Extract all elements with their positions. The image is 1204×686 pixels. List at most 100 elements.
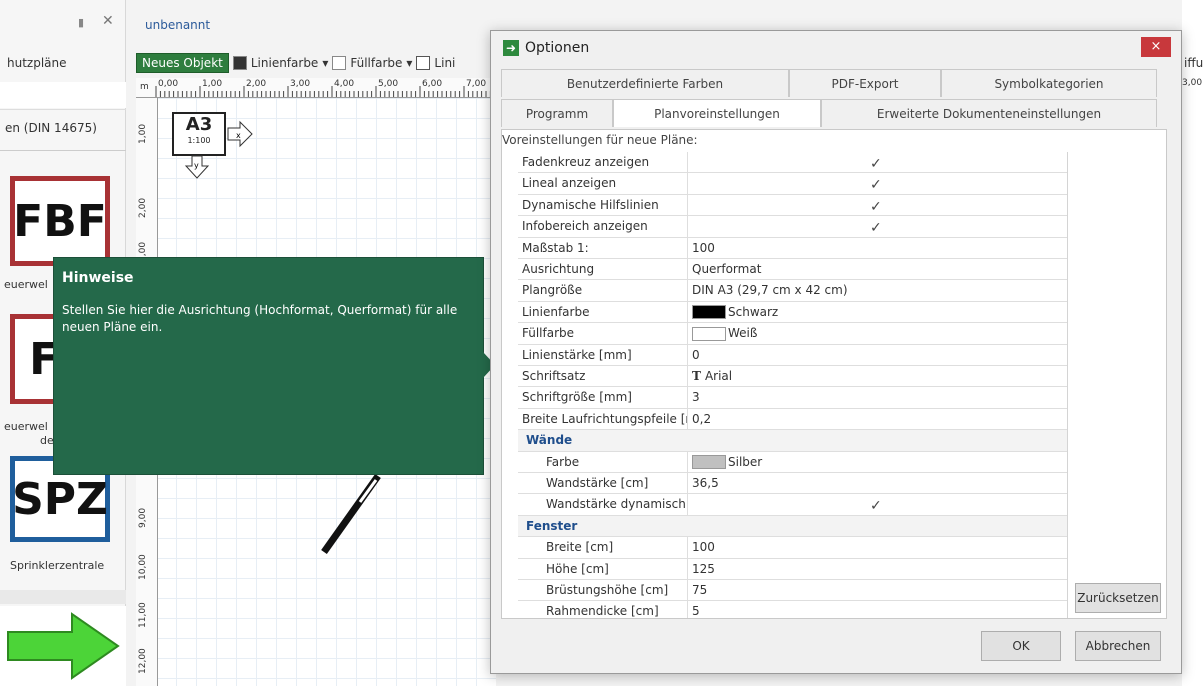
- ruler-ticks: [155, 86, 496, 97]
- app-icon: ➜: [503, 40, 519, 56]
- checkbox-checked-icon[interactable]: ✓: [870, 197, 882, 218]
- property-value[interactable]: 100: [690, 537, 1067, 557]
- property-value[interactable]: ✓: [690, 494, 1067, 517]
- property-label: Maßstab 1:: [518, 237, 688, 258]
- property-value[interactable]: Silber: [690, 452, 1067, 472]
- line-style-button[interactable]: Lini: [434, 56, 455, 70]
- tab-symbol-categories[interactable]: Symbolkategorien: [941, 69, 1157, 97]
- property-row[interactable]: Brüstungshöhe [cm] 75: [518, 580, 1067, 602]
- property-label: Plangröße: [518, 280, 688, 301]
- door-symbol[interactable]: [316, 472, 386, 558]
- property-value[interactable]: ✓: [690, 173, 1067, 196]
- property-value[interactable]: 0,2: [690, 409, 1067, 429]
- property-row[interactable]: Wandstärke dynamisch a ✓: [518, 494, 1067, 517]
- tab-row-top: Benutzerdefinierte Farben PDF-Export Sym…: [501, 69, 1157, 97]
- ok-button[interactable]: OK: [981, 631, 1061, 661]
- property-value-text: Weiß: [728, 326, 758, 341]
- hint-panel: Hinweise Stellen Sie hier die Ausrichtun…: [53, 257, 484, 475]
- search-input[interactable]: [0, 82, 126, 108]
- tab-custom-colors[interactable]: Benutzerdefinierte Farben: [501, 69, 789, 97]
- panel-title[interactable]: hutzpläne: [7, 56, 67, 70]
- property-value[interactable]: Querformat: [690, 259, 1067, 279]
- tab-pdf-export[interactable]: PDF-Export: [789, 69, 941, 97]
- property-row[interactable]: Schriftgröße [mm] 3: [518, 387, 1067, 409]
- property-row[interactable]: Linienstärke [mm] 0: [518, 344, 1067, 366]
- symbol-text: SPZ: [12, 473, 108, 525]
- cancel-button[interactable]: Abbrechen: [1075, 631, 1161, 661]
- tab-plan-defaults[interactable]: Planvoreinstellungen: [613, 99, 821, 127]
- property-row[interactable]: Lineal anzeigen ✓: [518, 173, 1067, 196]
- property-row[interactable]: Maßstab 1: 100: [518, 237, 1067, 259]
- document-tab[interactable]: unbenannt: [145, 18, 210, 32]
- symbol-fbf[interactable]: FBF: [10, 176, 110, 266]
- close-icon[interactable]: ✕: [102, 13, 114, 29]
- checkbox-checked-icon[interactable]: ✓: [870, 496, 882, 517]
- property-label: Wandstärke [cm]: [518, 473, 688, 494]
- property-value-text: Arial: [704, 369, 733, 383]
- property-row[interactable]: Ausrichtung Querformat: [518, 259, 1067, 281]
- property-row[interactable]: Dynamische Hilfslinien ✓: [518, 194, 1067, 218]
- property-value[interactable]: DIN A3 (29,7 cm x 42 cm): [690, 280, 1067, 300]
- reset-button[interactable]: Zurücksetzen: [1075, 583, 1161, 613]
- property-row[interactable]: Schriftsatz T Arial: [518, 366, 1067, 388]
- fill-color-button[interactable]: Füllfarbe: [350, 56, 402, 70]
- property-value[interactable]: Weiß: [690, 323, 1067, 343]
- property-row[interactable]: Rahmendicke [cm] 5: [518, 601, 1067, 618]
- tab-program[interactable]: Programm: [501, 99, 613, 127]
- scrollbar[interactable]: [1054, 152, 1066, 618]
- property-value[interactable]: 36,5: [690, 473, 1067, 493]
- sheet-format-marker[interactable]: A3 1:100: [172, 112, 226, 156]
- property-value-text: Querformat: [692, 262, 762, 276]
- new-object-button[interactable]: Neues Objekt: [136, 53, 229, 73]
- checkbox-checked-icon[interactable]: ✓: [870, 154, 882, 175]
- property-row[interactable]: Wandstärke [cm] 36,5: [518, 473, 1067, 495]
- symbol-label: de: [40, 434, 54, 447]
- property-value[interactable]: ✓: [690, 152, 1067, 175]
- property-value[interactable]: 0: [690, 345, 1067, 365]
- property-grid: Fadenkreuz anzeigen ✓ Lineal anzeigen ✓ Dyna…: [518, 152, 1068, 618]
- property-value[interactable]: 75: [690, 580, 1067, 600]
- chevron-down-icon[interactable]: ▾: [406, 56, 412, 70]
- font-icon: T: [692, 369, 701, 383]
- property-row[interactable]: Breite Laufrichtungspfeile [m 0,2: [518, 408, 1067, 431]
- close-button[interactable]: ×: [1141, 37, 1171, 57]
- property-value[interactable]: 5: [690, 601, 1067, 618]
- checkbox-checked-icon[interactable]: ✓: [870, 218, 882, 239]
- hint-text: Stellen Sie hier die Ausrichtung (Hochfo…: [62, 303, 458, 334]
- property-value[interactable]: T Arial: [690, 366, 1067, 386]
- property-row[interactable]: Plangröße DIN A3 (29,7 cm x 42 cm): [518, 280, 1067, 302]
- symbol-arrow[interactable]: [0, 606, 126, 686]
- pin-icon[interactable]: ▮: [78, 16, 84, 29]
- sheet-format: A3: [185, 114, 213, 135]
- property-row[interactable]: Farbe Silber: [518, 451, 1067, 473]
- property-value[interactable]: 100: [690, 238, 1067, 258]
- property-value[interactable]: Schwarz: [690, 302, 1067, 322]
- property-row[interactable]: Füllfarbe Weiß: [518, 323, 1067, 345]
- property-category[interactable]: Fenster◢: [518, 515, 1067, 538]
- property-panel: Voreinstellungen für neue Pläne: Fadenkr…: [501, 129, 1167, 619]
- chevron-down-icon[interactable]: ▾: [322, 56, 328, 70]
- property-row[interactable]: Infobereich anzeigen ✓: [518, 216, 1067, 239]
- symbol-text: FBF: [13, 195, 107, 247]
- property-value-text: 0,2: [692, 411, 712, 426]
- property-value[interactable]: ✓: [690, 195, 1067, 218]
- property-label: Infobereich anzeigen: [518, 216, 688, 237]
- ruler-mark: 1,00: [138, 123, 148, 144]
- property-row[interactable]: Höhe [cm] 125: [518, 558, 1067, 580]
- category-label[interactable]: en (DIN 14675): [5, 121, 97, 135]
- property-value[interactable]: 3: [690, 387, 1067, 407]
- property-value[interactable]: ✓: [690, 216, 1067, 239]
- line-color-button[interactable]: Linienfarbe: [251, 56, 318, 70]
- property-row[interactable]: Breite [cm] 100: [518, 537, 1067, 559]
- property-value[interactable]: 125: [690, 559, 1067, 579]
- category-label: Wände: [526, 433, 573, 448]
- property-row[interactable]: Linienfarbe Schwarz: [518, 301, 1067, 324]
- property-label: Füllfarbe: [518, 323, 688, 344]
- line-color-swatch: [232, 56, 247, 70]
- checkbox-checked-icon[interactable]: ✓: [870, 175, 882, 196]
- toolbar: Neues Objekt Linienfarbe ▾ Füllfarbe ▾ L…: [136, 52, 496, 74]
- tab-advanced-document-settings[interactable]: Erweiterte Dokumenteneinstellungen: [821, 99, 1157, 127]
- divider: [0, 109, 126, 110]
- property-row[interactable]: Fadenkreuz anzeigen ✓: [518, 152, 1067, 175]
- property-category[interactable]: Wände◢: [518, 430, 1067, 452]
